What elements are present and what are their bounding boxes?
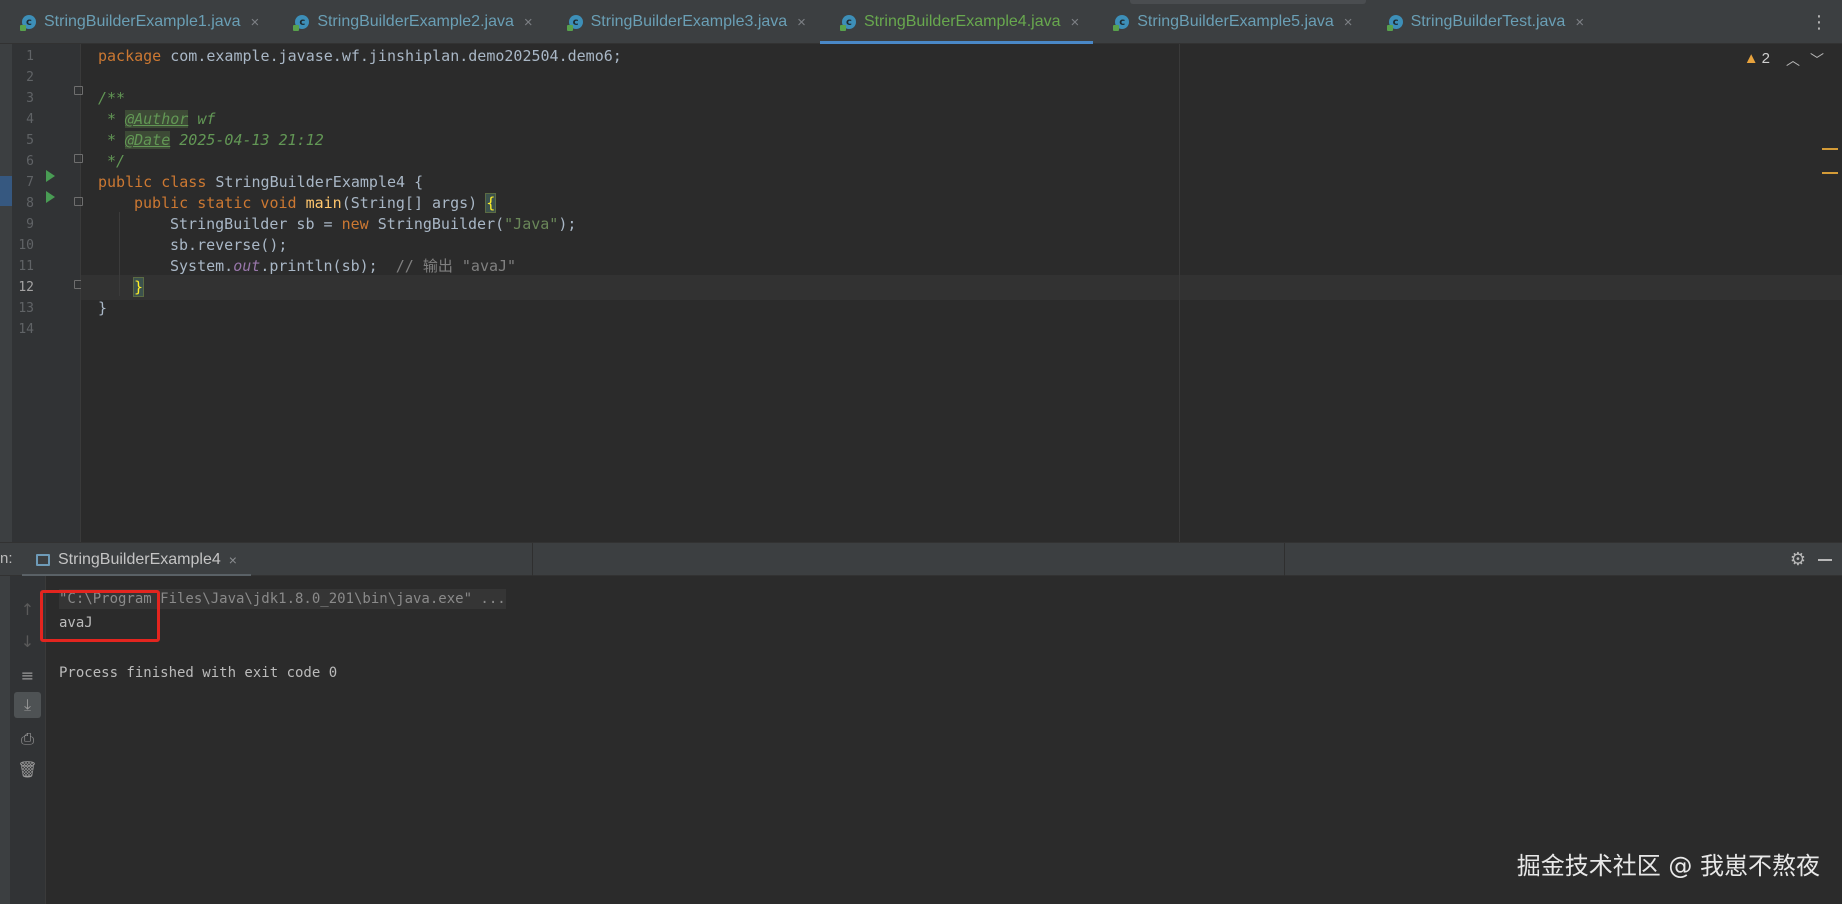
- code-line-1: package com.example.javase.wf.jinshiplan…: [98, 44, 622, 69]
- tab-stringbuilderexample1[interactable]: c StringBuilderExample1.java ×: [0, 0, 273, 44]
- tab-stringbuilderexample5[interactable]: c StringBuilderExample5.java ×: [1093, 0, 1366, 44]
- run-label: n:: [0, 550, 13, 567]
- run-tool-window-header: n: StringBuilderExample4 × ⚙: [0, 542, 1842, 577]
- warnings-indicator[interactable]: ▲ 2: [1744, 50, 1770, 67]
- doc-comment: */: [98, 152, 126, 170]
- doc-comment: *: [98, 131, 126, 149]
- tool-window-marker[interactable]: [0, 176, 12, 206]
- editor-tab-bar: c StringBuilderExample1.java × c StringB…: [0, 0, 1842, 44]
- tab-label: StringBuilderExample1.java: [44, 13, 241, 30]
- close-icon[interactable]: ×: [1575, 14, 1584, 31]
- code-text: .println(sb);: [260, 257, 378, 275]
- doc-comment: 2025-04-13 21:12: [170, 131, 324, 149]
- error-stripe-mark[interactable]: [1822, 172, 1838, 174]
- console-icon: [36, 554, 50, 566]
- scroll-to-end-icon[interactable]: ⤓: [14, 692, 41, 718]
- more-vertical-icon[interactable]: ⋮: [1810, 12, 1828, 33]
- right-margin-guide: [1179, 44, 1180, 542]
- gear-icon[interactable]: ⚙: [1790, 549, 1806, 570]
- close-icon[interactable]: ×: [1344, 14, 1353, 31]
- run-main-icon[interactable]: [46, 191, 55, 203]
- code-line-5: * @Date 2025-04-13 21:12: [98, 128, 324, 153]
- nav-arrows[interactable]: ︿﹀: [1786, 50, 1834, 70]
- soft-wrap-icon[interactable]: ≡: [14, 662, 41, 688]
- tab-label: StringBuilderTest.java: [1410, 13, 1566, 30]
- java-class-icon: c: [566, 15, 583, 31]
- class-declaration: StringBuilderExample4 {: [206, 173, 424, 191]
- console-exit-line: Process finished with exit code 0: [59, 665, 338, 681]
- code-line-11: System.out.println(sb); // 输出 "avaJ": [170, 254, 516, 279]
- java-class-icon: c: [839, 15, 856, 31]
- chevron-up-icon[interactable]: ︿: [1786, 53, 1810, 69]
- keyword: public class: [98, 173, 207, 191]
- code-text: }: [98, 299, 108, 317]
- close-icon[interactable]: ×: [1070, 14, 1079, 31]
- java-class-icon: c: [1113, 15, 1130, 31]
- run-class-icon[interactable]: [46, 170, 55, 182]
- chevron-down-icon[interactable]: ﹀: [1810, 53, 1834, 69]
- code-text: );: [558, 215, 577, 233]
- editor-gutter: 1 2 3 4 5 6 7 8 9 10 11 12 13 14: [12, 44, 83, 542]
- close-icon[interactable]: ×: [524, 14, 533, 31]
- code-text: StringBuilder(: [368, 215, 505, 233]
- warning-count: 2: [1761, 50, 1770, 67]
- tab-stringbuilderexample2[interactable]: c StringBuilderExample2.java ×: [273, 0, 546, 44]
- tab-stringbuilderexample3[interactable]: c StringBuilderExample3.java ×: [547, 0, 820, 44]
- warning-icon: ▲: [1743, 50, 1759, 67]
- header-divider: [532, 543, 533, 577]
- code-text: StringBuilder sb =: [170, 215, 342, 233]
- code-text: System.: [170, 257, 234, 275]
- java-class-icon: c: [1386, 15, 1403, 31]
- run-left-strip: [0, 576, 10, 904]
- tab-label: StringBuilderExample2.java: [317, 13, 514, 30]
- doc-tag: @Author: [125, 110, 189, 128]
- method-params: (String[] args): [341, 194, 487, 212]
- java-class-icon: c: [20, 15, 36, 31]
- editor-tabs: c StringBuilderExample1.java × c StringB…: [0, 0, 1598, 44]
- code-text: sb.reverse();: [170, 236, 288, 254]
- error-stripe-mark[interactable]: [1822, 148, 1838, 150]
- matched-brace: }: [132, 277, 145, 297]
- tab-stringbuildertest[interactable]: c StringBuilderTest.java ×: [1367, 0, 1599, 44]
- left-tool-strip: [0, 44, 12, 542]
- code-text-area[interactable]: package com.example.javase.wf.jinshiplan…: [81, 44, 1842, 542]
- run-tab-label: StringBuilderExample4: [58, 551, 221, 568]
- java-class-icon: c: [293, 15, 310, 31]
- close-icon[interactable]: ×: [797, 14, 806, 31]
- run-tab[interactable]: StringBuilderExample4 ×: [22, 543, 251, 577]
- close-icon[interactable]: ×: [251, 14, 260, 31]
- matched-brace: {: [485, 193, 497, 213]
- trash-icon[interactable]: 🗑: [14, 756, 41, 782]
- indent-guide: [119, 212, 120, 296]
- package-name: com.example.javase.wf.jinshiplan.demo202…: [161, 47, 622, 65]
- line-number: 14: [18, 322, 34, 337]
- close-icon[interactable]: ×: [229, 552, 237, 568]
- keyword: new: [341, 215, 369, 233]
- doc-comment: wf: [188, 110, 216, 128]
- arrow-up-icon[interactable]: ↑: [14, 596, 41, 622]
- doc-comment: /**: [98, 89, 126, 107]
- print-icon[interactable]: ⎙: [14, 726, 41, 752]
- doc-comment: *: [98, 110, 126, 128]
- code-line-12: }: [132, 275, 145, 300]
- watermark: 掘金技术社区 @ 我崽不熬夜: [1516, 852, 1820, 880]
- tab-label: StringBuilderExample4.java: [863, 13, 1061, 30]
- tab-stringbuilderexample4[interactable]: c StringBuilderExample4.java ×: [819, 0, 1094, 44]
- method-name: main: [305, 194, 342, 212]
- minimize-icon[interactable]: [1818, 559, 1832, 561]
- tab-label: StringBuilderExample5.java: [1137, 13, 1334, 30]
- doc-tag: @Date: [125, 131, 171, 149]
- highlight-annotation-box: [40, 590, 160, 642]
- line-comment: // 输出 "avaJ": [377, 257, 517, 275]
- static-field: out: [233, 257, 261, 275]
- keyword: package: [98, 47, 162, 65]
- keyword: public static void: [134, 194, 297, 212]
- header-divider: [1284, 543, 1285, 577]
- arrow-down-icon[interactable]: ↓: [14, 628, 41, 654]
- code-editor[interactable]: 1 2 3 4 5 6 7 8 9 10 11 12 13 14 package…: [12, 44, 1842, 542]
- string-literal: "Java": [504, 215, 559, 233]
- tab-label: StringBuilderExample3.java: [590, 13, 788, 30]
- code-line-13: }: [98, 296, 107, 321]
